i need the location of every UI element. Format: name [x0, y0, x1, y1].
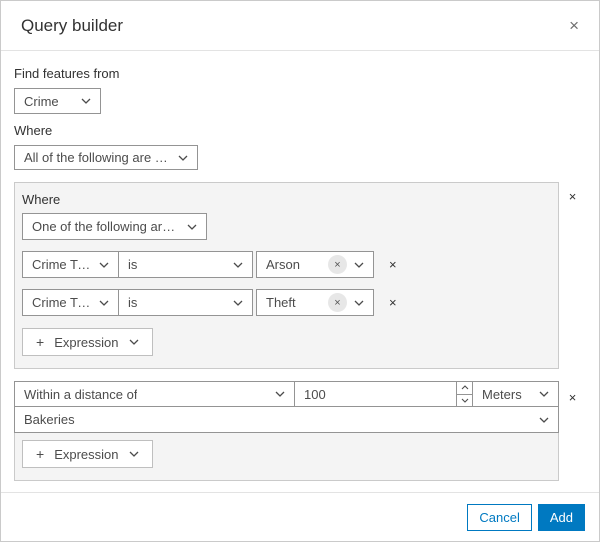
spatial-layer-value: Bakeries: [24, 412, 75, 427]
condition-operator-select[interactable]: is: [118, 251, 253, 278]
add-expression-button[interactable]: + Expression: [22, 440, 153, 468]
chevron-down-icon: [187, 224, 197, 230]
main-operator-select[interactable]: All of the following are true: [14, 145, 198, 170]
where-group-section: Where One of the following are tr… Crime…: [14, 180, 586, 369]
layer-select-value: Crime: [24, 93, 59, 109]
spatial-expression-group: Within a distance of 100 Meters Bakeries…: [14, 381, 559, 481]
dialog-header: Query builder ×: [1, 1, 599, 51]
chevron-down-icon: [99, 300, 109, 306]
chevron-down-icon: [539, 391, 549, 397]
where-expression-group: Where One of the following are tr… Crime…: [14, 182, 559, 369]
spatial-layer-select[interactable]: Bakeries: [14, 406, 559, 433]
close-icon[interactable]: ×: [569, 17, 579, 34]
remove-group-icon[interactable]: ×: [559, 381, 586, 405]
clear-value-icon[interactable]: ×: [328, 293, 347, 312]
query-builder-dialog: Query builder × Find features from Crime…: [0, 0, 600, 542]
chevron-down-icon: [275, 391, 285, 397]
remove-condition-icon[interactable]: ×: [389, 295, 397, 310]
chevron-down-icon: [233, 300, 243, 306]
chevron-down-icon: [539, 417, 549, 423]
stepper-down-icon[interactable]: [457, 393, 472, 407]
spatial-group-section: Within a distance of 100 Meters Bakeries…: [14, 381, 586, 481]
chevron-down-icon: [129, 451, 139, 457]
chevron-down-icon: [354, 262, 364, 268]
spatial-operator-select[interactable]: Within a distance of: [14, 381, 295, 407]
layer-select[interactable]: Crime: [14, 88, 101, 114]
clear-value-icon[interactable]: ×: [328, 255, 347, 274]
remove-group-icon[interactable]: ×: [559, 180, 586, 204]
condition-field-value: Crime Type: [32, 257, 91, 272]
condition-field-select[interactable]: Crime Type: [22, 289, 119, 316]
chevron-down-icon: [354, 300, 364, 306]
dialog-title: Query builder: [21, 15, 124, 35]
chevron-down-icon: [99, 262, 109, 268]
dialog-content: Find features from Crime Where All of th…: [1, 51, 599, 492]
where-label: Where: [14, 123, 53, 138]
group-operator-value: One of the following are tr…: [32, 219, 179, 234]
chevron-down-icon: [233, 262, 243, 268]
plus-icon: +: [36, 446, 45, 462]
add-expression-button[interactable]: + Expression: [22, 328, 153, 356]
condition-row: Crime Type is Theft: [22, 289, 551, 316]
remove-condition-icon[interactable]: ×: [389, 257, 397, 272]
condition-operator-select[interactable]: is: [118, 289, 253, 316]
find-features-label: Find features from: [14, 66, 120, 81]
cancel-button[interactable]: Cancel: [467, 503, 532, 531]
condition-value-combobox[interactable]: Theft ×: [256, 289, 374, 316]
condition-operator-value: is: [128, 295, 138, 310]
condition-value-combobox[interactable]: Arson ×: [256, 251, 374, 278]
distance-stepper: [456, 382, 472, 406]
condition-operator-value: is: [128, 257, 138, 272]
units-value: Meters: [482, 386, 522, 402]
group-operator-select[interactable]: One of the following are tr…: [22, 213, 207, 240]
plus-icon: +: [36, 334, 45, 350]
spatial-operator-value: Within a distance of: [24, 386, 138, 402]
condition-value: Theft: [266, 295, 296, 310]
condition-row: Crime Type is Arson: [22, 251, 551, 278]
main-operator-value: All of the following are true: [24, 150, 170, 165]
stepper-up-icon[interactable]: [457, 382, 472, 394]
add-expression-label: Expression: [54, 446, 119, 462]
chevron-down-icon: [129, 339, 139, 345]
chevron-down-icon: [178, 155, 188, 161]
chevron-down-icon: [81, 98, 91, 104]
group-where-label: Where: [22, 192, 61, 207]
add-button[interactable]: Add: [537, 503, 585, 531]
dialog-footer: Cancel Add: [1, 492, 599, 541]
condition-value: Arson: [266, 257, 300, 272]
add-expression-label: Expression: [54, 334, 119, 350]
condition-field-value: Crime Type: [32, 295, 91, 310]
units-select[interactable]: Meters: [472, 381, 559, 407]
condition-field-select[interactable]: Crime Type: [22, 251, 119, 278]
distance-input[interactable]: 100: [294, 381, 473, 407]
distance-value: 100: [304, 386, 326, 402]
